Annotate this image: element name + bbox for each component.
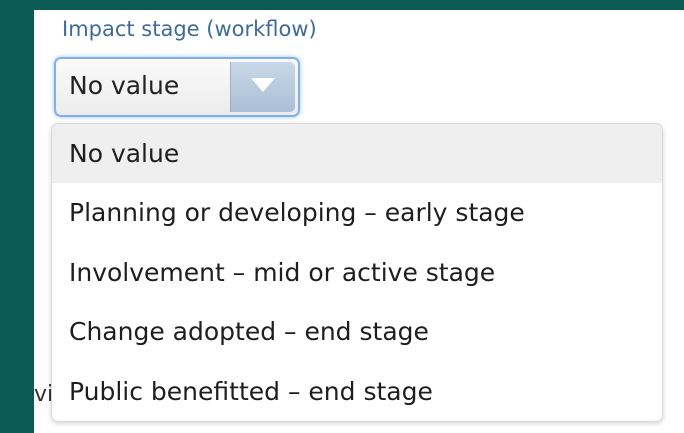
option-public-benefitted[interactable]: Public benefitted – end stage	[52, 362, 662, 421]
form-panel: Impact stage (workflow) No value vi No v…	[34, 10, 684, 433]
option-involvement-mid[interactable]: Involvement – mid or active stage	[52, 243, 662, 302]
select-arrow-button[interactable]	[230, 62, 295, 112]
impact-stage-select[interactable]: No value	[54, 57, 300, 117]
impact-stage-dropdown: No value Planning or developing – early …	[51, 123, 663, 422]
chevron-down-icon	[251, 78, 275, 92]
select-current-value: No value	[69, 71, 180, 100]
option-change-adopted[interactable]: Change adopted – end stage	[52, 302, 662, 361]
option-planning-early[interactable]: Planning or developing – early stage	[52, 183, 662, 242]
option-no-value[interactable]: No value	[52, 124, 662, 184]
impact-stage-label: Impact stage (workflow)	[62, 17, 317, 41]
